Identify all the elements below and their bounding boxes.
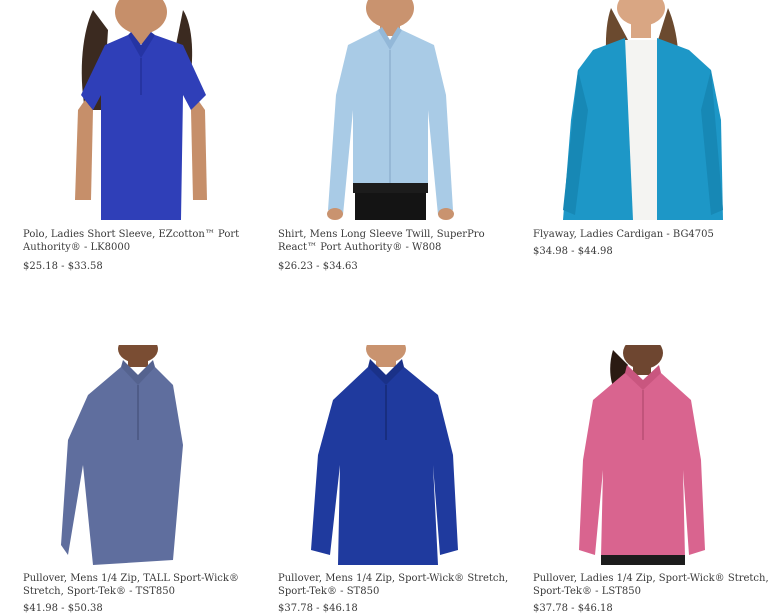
- product-price: $25.18 - $33.58: [23, 261, 103, 272]
- ladies-polo-image[interactable]: [23, 0, 268, 220]
- product-price: $37.78 - $46.18: [278, 603, 358, 614]
- product-price: $34.98 - $44.98: [533, 246, 613, 257]
- mens-shirt-image[interactable]: [278, 0, 523, 220]
- product-name[interactable]: Pullover, Mens 1/4 Zip, TALL Sport-Wick®…: [23, 572, 268, 598]
- product-name[interactable]: Pullover, Ladies 1/4 Zip, Sport-Wick® St…: [533, 572, 773, 598]
- product-price: $37.78 - $46.18: [533, 603, 613, 614]
- product-price: $26.23 - $34.63: [278, 261, 358, 272]
- ladies-pullover-image[interactable]: [533, 345, 773, 565]
- product-name[interactable]: Shirt, Mens Long Sleeve Twill, SuperPro …: [278, 228, 523, 254]
- product-name[interactable]: Flyaway, Ladies Cardigan - BG4705: [533, 228, 773, 241]
- product-name[interactable]: Pullover, Mens 1/4 Zip, Sport-Wick® Stre…: [278, 572, 523, 598]
- ladies-cardigan-image[interactable]: [533, 0, 773, 220]
- product-name[interactable]: Polo, Ladies Short Sleeve, EZcotton™ Por…: [23, 228, 268, 254]
- mens-pullover-image[interactable]: [278, 345, 523, 565]
- mens-pullover-tall-image[interactable]: [23, 345, 268, 565]
- product-price: $41.98 - $50.38: [23, 603, 103, 614]
